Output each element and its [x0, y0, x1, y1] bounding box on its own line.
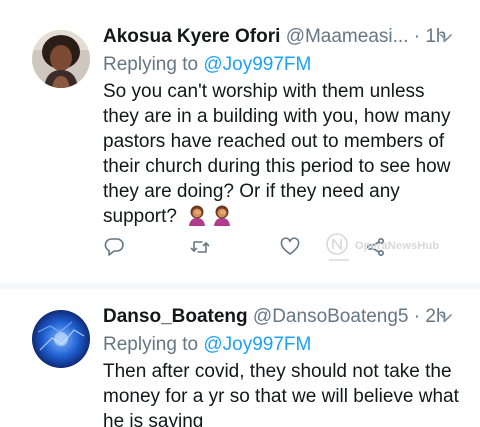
user-handle[interactable]: @Maameasi...: [286, 26, 409, 47]
tweet[interactable]: Danso_Boateng @DansoBoateng5 · 2h Replyi…: [0, 290, 480, 427]
chevron-down-icon[interactable]: [436, 25, 456, 49]
woman-facepalming-emoji: [187, 204, 207, 226]
watermark: OperaNewsHub: [323, 230, 453, 266]
tweet-header: Danso_Boateng @DansoBoateng5 · 2h: [103, 305, 456, 329]
replying-to: Replying to @Joy997FM: [103, 333, 311, 357]
watermark-text: OperaNewsHub: [355, 240, 440, 252]
tweet-header: Akosua Kyere Ofori @Maameasi... · 1h: [103, 25, 456, 49]
display-name[interactable]: Danso_Boateng: [103, 306, 248, 327]
replying-label: Replying to: [103, 54, 204, 75]
tweet[interactable]: Akosua Kyere Ofori @Maameasi... · 1h Rep…: [0, 0, 480, 282]
woman-facepalming-emoji: [212, 204, 232, 226]
avatar[interactable]: [32, 30, 90, 88]
tweet-divider: [0, 283, 480, 289]
replying-label: Replying to: [103, 334, 204, 355]
chevron-down-icon[interactable]: [436, 305, 456, 329]
mention-link[interactable]: @Joy997FM: [203, 334, 311, 355]
user-handle[interactable]: @DansoBoateng5: [253, 306, 409, 327]
mention-link[interactable]: @Joy997FM: [203, 54, 311, 75]
reply-icon[interactable]: [103, 236, 125, 258]
tweet-text-content: Then after covid, they should not take t…: [103, 361, 459, 427]
retweet-icon[interactable]: [189, 236, 211, 258]
replying-to: Replying to @Joy997FM: [103, 53, 311, 77]
avatar[interactable]: [32, 310, 90, 368]
display-name[interactable]: Akosua Kyere Ofori: [103, 26, 280, 47]
like-icon[interactable]: [279, 236, 301, 258]
tweet-text-content: So you can't worship with them unless th…: [103, 81, 451, 227]
tweet-text: So you can't worship with them unless th…: [103, 79, 463, 229]
tweet-text: Then after covid, they should not take t…: [103, 359, 463, 427]
